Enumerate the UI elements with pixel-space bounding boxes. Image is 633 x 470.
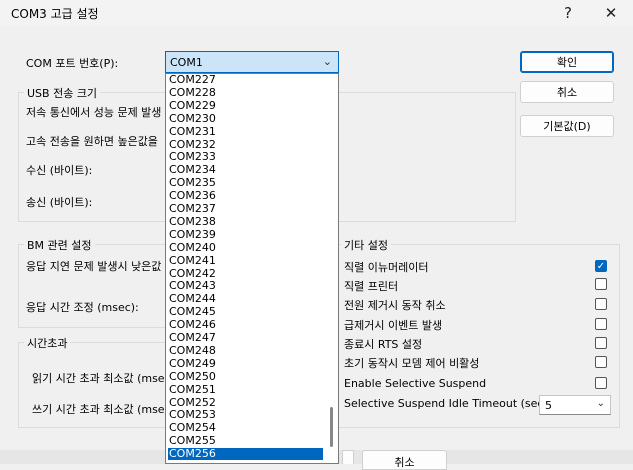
com-port-selected: COM1 (170, 56, 203, 69)
ok-label: 확인 (556, 56, 578, 69)
title-bar: COM3 고급 설정 ? ✕ (0, 0, 633, 26)
com-port-option[interactable]: COM248 (168, 344, 323, 357)
com-port-option[interactable]: COM239 (168, 228, 323, 241)
dropdown-scrollbar[interactable] (324, 74, 338, 463)
ok-button[interactable]: 확인 (520, 51, 614, 73)
receive-label: 수신 (바이트): (26, 164, 93, 177)
com-port-option[interactable]: COM252 (168, 396, 323, 409)
check-icon: ✓ (596, 261, 606, 272)
rts-checkbox[interactable] (595, 337, 607, 349)
com-port-dropdown[interactable]: COM227 COM228 COM229 COM230 COM231 COM232 COM2… (165, 73, 339, 464)
response-time-label: 응답 시간 조정 (msec): (26, 301, 139, 314)
printer-checkbox[interactable] (595, 278, 607, 290)
misc-label-printer: 직렬 프린터 (344, 280, 399, 293)
bottom-button-edge (342, 450, 354, 464)
com-port-option[interactable]: COM244 (168, 293, 323, 305)
com-port-option[interactable]: COM238 (168, 215, 323, 228)
power-off-checkbox[interactable] (595, 298, 607, 310)
modem-control-checkbox[interactable] (595, 356, 607, 368)
idle-timeout-label: Selective Suspend Idle Timeout (secs): (344, 397, 558, 410)
com-port-option[interactable]: COM243 (168, 280, 323, 292)
cancel-label: 취소 (556, 86, 578, 99)
defaults-label: 기본값(D) (543, 120, 591, 133)
read-timeout-label: 읽기 시간 초과 최소값 (msec (32, 372, 171, 385)
defaults-button[interactable]: 기본값(D) (520, 115, 614, 137)
com-port-option[interactable]: COM242 (168, 267, 323, 280)
com-port-option[interactable]: COM249 (168, 357, 323, 370)
com-port-option[interactable]: COM256 (168, 448, 323, 461)
selective-suspend-checkbox[interactable] (595, 377, 607, 389)
window-title: COM3 고급 설정 (11, 7, 99, 21)
com-port-option[interactable]: COM230 (168, 112, 323, 125)
usb-note-2: 고속 전송을 원하면 높은값을 (26, 135, 158, 148)
chevron-down-icon: ⌄ (322, 55, 332, 68)
send-label: 송신 (바이트): (26, 196, 93, 209)
com-port-option[interactable]: COM246 (168, 319, 323, 331)
bottom-cancel-label: 취소 (394, 456, 415, 469)
chevron-down-icon: ⌄ (596, 398, 605, 409)
misc-label-modem-control: 초기 동작시 모뎀 제어 비활성 (344, 357, 480, 370)
com-port-option[interactable]: COM229 (168, 99, 323, 112)
com-port-option[interactable]: COM254 (168, 422, 323, 434)
bm-note: 응답 지연 문제 발생시 낮은값 (26, 260, 162, 273)
misc-label-power-off: 전원 제거시 동작 취소 (344, 299, 446, 312)
com-port-option[interactable]: COM236 (168, 190, 323, 202)
close-icon: ✕ (604, 4, 618, 22)
surprise-removal-checkbox[interactable] (595, 318, 607, 330)
cancel-button[interactable]: 취소 (520, 81, 614, 103)
com-port-option[interactable]: COM240 (168, 241, 323, 254)
dropdown-scroll-thumb[interactable] (330, 407, 333, 447)
bottom-cancel-button[interactable]: 취소 (362, 450, 447, 470)
bm-group-title: BM 관련 설정 (24, 237, 95, 253)
com-port-option[interactable]: COM251 (168, 383, 323, 396)
write-timeout-label: 쓰기 시간 초과 최소값 (msec (32, 403, 171, 416)
misc-label-surprise-removal: 급제거시 이벤트 발생 (344, 319, 443, 332)
com-port-option[interactable]: COM253 (168, 409, 323, 421)
misc-group-title: 기타 설정 (341, 237, 391, 253)
com-port-option[interactable]: COM255 (168, 435, 323, 447)
misc-label-enumerator: 직렬 이뉴머레이터 (344, 261, 429, 274)
usb-note-1: 저속 통신에서 성능 문제 발생 (26, 106, 162, 119)
enumerator-checkbox[interactable]: ✓ (595, 260, 607, 272)
com-port-option[interactable]: COM228 (168, 86, 323, 99)
com-port-option[interactable]: COM231 (168, 125, 323, 138)
com-port-option[interactable]: COM237 (168, 203, 323, 215)
com-port-option[interactable]: COM234 (168, 164, 323, 176)
com-port-combo[interactable]: COM1 ⌄ (165, 51, 339, 73)
usb-group-title: USB 전송 크기 (24, 85, 101, 101)
com-port-option[interactable]: COM233 (168, 151, 323, 163)
com-port-option[interactable]: COM235 (168, 177, 323, 189)
close-button[interactable]: ✕ (588, 0, 633, 26)
com-port-option[interactable]: COM241 (168, 254, 323, 267)
idle-timeout-value: 5 (545, 399, 552, 412)
com-port-option[interactable]: COM227 (168, 74, 323, 86)
com-port-option[interactable]: COM245 (168, 306, 323, 318)
com-port-label: COM 포트 번호(P): (26, 57, 119, 70)
timeout-group-title: 시간초과 (24, 335, 71, 351)
help-button[interactable]: ? (545, 0, 591, 26)
com-port-option[interactable]: COM250 (168, 370, 323, 383)
com-port-option[interactable]: COM232 (168, 138, 323, 151)
help-icon: ? (564, 4, 572, 22)
misc-label-selective-suspend: Enable Selective Suspend (344, 377, 487, 390)
misc-label-rts: 종료시 RTS 설정 (344, 338, 423, 351)
idle-timeout-select[interactable]: 5 ⌄ (539, 395, 611, 415)
com-port-option[interactable]: COM247 (168, 332, 323, 344)
